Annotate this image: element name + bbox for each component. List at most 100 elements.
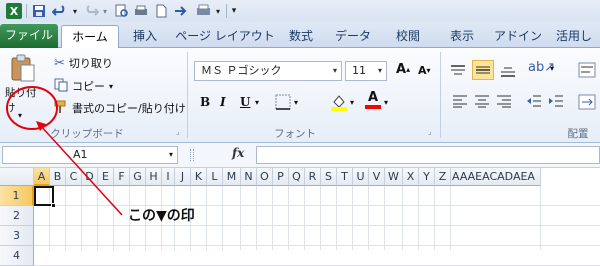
fill-color-dropdown-icon[interactable]: ▾ xyxy=(350,98,354,107)
font-color-dropdown-icon[interactable]: ▾ xyxy=(384,98,388,107)
tab-page-layout[interactable]: ページ レイアウト xyxy=(175,25,275,48)
column-header-a[interactable]: A xyxy=(34,168,50,186)
column-header-y[interactable]: Y xyxy=(419,168,435,186)
shrink-font-button[interactable]: A ▾ xyxy=(418,64,431,77)
column-header-j[interactable]: J xyxy=(175,168,191,186)
clipboard-launcher-icon[interactable]: ⌟ xyxy=(176,127,180,136)
font-name-dropdown-icon[interactable]: ▾ xyxy=(329,62,341,80)
column-header-k[interactable]: K xyxy=(191,168,207,186)
copy-button[interactable]: コピー ▾ xyxy=(54,78,113,94)
column-header-g[interactable]: G xyxy=(130,168,146,186)
column-header-w[interactable]: W xyxy=(385,168,403,186)
format-painter-button[interactable]: 書式のコピー/貼り付け xyxy=(54,100,186,116)
italic-button[interactable]: I xyxy=(220,95,226,109)
select-all-corner[interactable] xyxy=(0,168,34,186)
tab-insert[interactable]: 挿入 xyxy=(125,25,165,48)
merge-center-icon[interactable] xyxy=(578,94,596,110)
insert-function-icon[interactable]: fx xyxy=(232,146,244,160)
column-header-r[interactable]: R xyxy=(305,168,321,186)
copy-dropdown-icon[interactable]: ▾ xyxy=(109,82,113,91)
column-header-o[interactable]: O xyxy=(257,168,273,186)
column-header-aaaeacadaea[interactable]: AAAEACADAEA xyxy=(451,168,541,186)
underline-button[interactable]: U xyxy=(240,95,250,109)
excel-logo[interactable]: X xyxy=(6,3,22,19)
print-dropdown-icon[interactable]: ▾ xyxy=(214,3,222,19)
increase-indent-icon[interactable] xyxy=(548,94,564,108)
row-header-1[interactable]: 1 xyxy=(0,186,34,206)
tab-utilize[interactable]: 活用し xyxy=(556,25,600,48)
tab-home[interactable]: ホーム xyxy=(61,25,119,49)
cut-button[interactable]: ✂ 切り取り xyxy=(54,55,113,71)
font-size-select[interactable]: 11 ▾ xyxy=(345,61,387,81)
customize-icon[interactable]: ▾ xyxy=(229,3,239,19)
borders-button[interactable] xyxy=(275,94,291,110)
tab-view[interactable]: 表示 xyxy=(442,25,482,48)
column-header-q[interactable]: Q xyxy=(289,168,305,186)
name-box[interactable]: A1 ▾ xyxy=(2,146,178,164)
column-header-x[interactable]: X xyxy=(403,168,419,186)
column-header-s[interactable]: S xyxy=(321,168,337,186)
tab-addins[interactable]: アドイン xyxy=(492,25,544,48)
undo-icon[interactable] xyxy=(51,3,69,19)
splitter-handle[interactable] xyxy=(190,149,194,161)
orientation-dropdown-icon[interactable]: ▾ xyxy=(550,64,554,73)
font-name-select[interactable]: ＭＳ Ｐゴシック ▾ xyxy=(194,61,342,81)
column-header-v[interactable]: V xyxy=(369,168,385,186)
column-header-m[interactable]: M xyxy=(223,168,241,186)
column-header-h[interactable]: H xyxy=(146,168,162,186)
column-header-f[interactable]: F xyxy=(114,168,130,186)
column-header-p[interactable]: P xyxy=(273,168,289,186)
column-header-d[interactable]: D xyxy=(82,168,98,186)
tab-review[interactable]: 校閲 xyxy=(388,25,428,48)
font-size-dropdown-icon[interactable]: ▾ xyxy=(374,62,386,80)
name-box-dropdown-icon[interactable]: ▾ xyxy=(169,147,173,163)
tab-file[interactable]: ファイル xyxy=(0,24,58,48)
column-header-n[interactable]: N xyxy=(241,168,257,186)
row-header-2[interactable]: 2 xyxy=(0,206,34,226)
arrow-icon[interactable] xyxy=(173,3,189,19)
column-header-e[interactable]: E xyxy=(98,168,114,186)
column-header-c[interactable]: C xyxy=(66,168,82,186)
align-left-icon[interactable] xyxy=(452,94,468,108)
tab-data[interactable]: データ xyxy=(333,25,373,48)
bold-button[interactable]: B xyxy=(200,95,210,109)
paste-dropdown-icon[interactable]: ▾ xyxy=(18,110,28,120)
row-header-4[interactable]: 4 xyxy=(0,246,34,266)
column-header-i[interactable]: I xyxy=(162,168,175,186)
quick-print-icon[interactable] xyxy=(133,3,149,19)
column-header-b[interactable]: B xyxy=(50,168,66,186)
gridline xyxy=(240,186,241,250)
gridline xyxy=(336,186,337,250)
align-middle-icon[interactable] xyxy=(472,60,494,80)
align-center-icon[interactable] xyxy=(474,94,490,108)
redo-icon[interactable] xyxy=(82,3,100,19)
row-header-3[interactable]: 3 xyxy=(0,226,34,246)
underline-dropdown-icon[interactable]: ▾ xyxy=(255,98,259,107)
column-header-u[interactable]: U xyxy=(353,168,369,186)
print-icon[interactable] xyxy=(193,3,215,19)
fill-handle[interactable] xyxy=(51,203,56,208)
align-bottom-icon[interactable] xyxy=(500,62,518,80)
fill-color-button[interactable] xyxy=(330,93,348,111)
new-icon[interactable] xyxy=(153,3,169,19)
paste-label[interactable]: 貼り付け xyxy=(5,87,45,114)
paste-icon[interactable] xyxy=(10,54,36,84)
grow-font-button[interactable]: A ▴ xyxy=(396,62,410,77)
wrap-text-icon[interactable] xyxy=(578,62,596,78)
print-preview-icon[interactable] xyxy=(113,3,129,19)
save-icon[interactable] xyxy=(31,3,47,19)
tab-formulas[interactable]: 数式 xyxy=(283,25,319,48)
formula-input[interactable] xyxy=(256,146,600,164)
gridline xyxy=(272,186,273,250)
redo-dropdown-icon[interactable]: ▾ xyxy=(101,3,109,19)
column-header-l[interactable]: L xyxy=(207,168,223,186)
align-right-icon[interactable] xyxy=(496,94,512,108)
font-launcher-icon[interactable]: ⌟ xyxy=(428,127,432,136)
column-header-z[interactable]: Z xyxy=(435,168,451,186)
undo-dropdown-icon[interactable]: ▾ xyxy=(71,3,79,19)
align-top-icon[interactable] xyxy=(450,62,468,80)
font-color-button[interactable]: A xyxy=(365,91,381,109)
column-header-t[interactable]: T xyxy=(337,168,353,186)
borders-dropdown-icon[interactable]: ▾ xyxy=(294,98,298,107)
decrease-indent-icon[interactable] xyxy=(526,94,542,108)
